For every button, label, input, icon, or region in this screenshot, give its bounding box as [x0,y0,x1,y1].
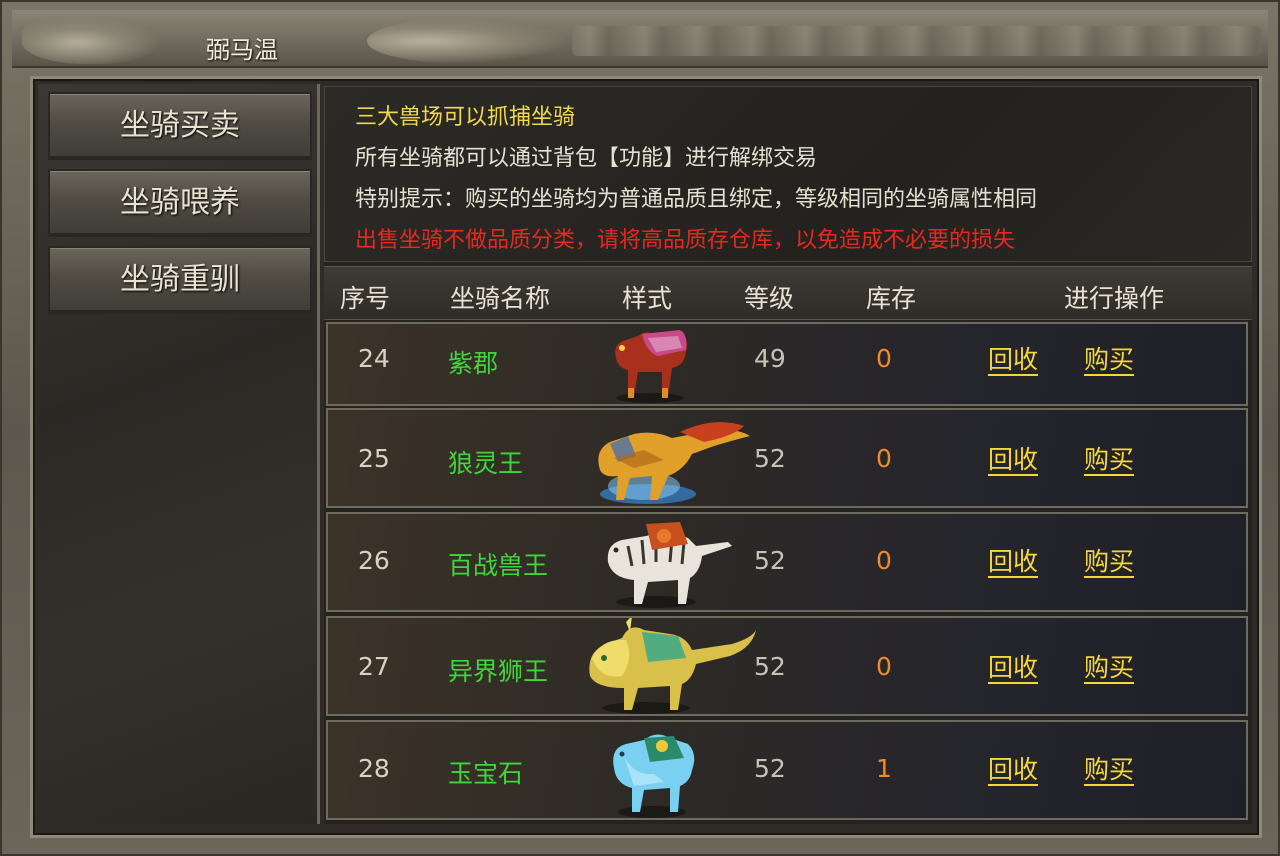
table-row: 26 百战兽王 52 0 回收 购买 [326,512,1248,612]
table-header: 序号 坐骑名称 样式 等级 库存 进行操作 [324,266,1252,320]
row-mount-name: 异界狮王 [448,657,549,686]
mount-trade-window: 弼马温 坐骑买卖 坐骑喂养 坐骑重驯 三大兽场可以抓捕坐骑 所有坐骑都可以通过背… [0,0,1280,856]
header-action: 进行操作 [1064,284,1165,313]
red-horse-mount-icon [615,330,687,403]
recycle-button[interactable]: 回收 [988,440,1038,476]
buy-button[interactable]: 购买 [1084,750,1134,786]
row-mount-name: 百战兽王 [448,551,549,580]
table-row: 25 狼灵王 52 0 回收 购买 [326,408,1248,508]
white-tiger-mount-icon [607,522,732,608]
row-mount-name: 紫郡 [448,349,499,378]
row-stock: 0 [876,344,892,373]
header-name: 坐骑名称 [450,284,551,313]
golden-lion-mount-icon [589,618,756,714]
buy-button[interactable]: 购买 [1084,340,1134,376]
row-no: 27 [358,652,390,681]
row-level: 52 [754,444,786,473]
title-bar[interactable]: 弼马温 [12,10,1268,68]
row-no: 26 [358,546,390,575]
main-content: 三大兽场可以抓捕坐骑 所有坐骑都可以通过背包【功能】进行解绑交易 特别提示：购买… [324,86,1252,824]
row-level: 52 [754,652,786,681]
row-stock: 0 [876,546,892,575]
wolf-king-mount-icon [598,422,750,504]
notice-panel: 三大兽场可以抓捕坐骑 所有坐骑都可以通过背包【功能】进行解绑交易 特别提示：购买… [324,86,1252,262]
recycle-button[interactable]: 回收 [988,648,1038,684]
recycle-button[interactable]: 回收 [988,750,1038,786]
buy-button[interactable]: 购买 [1084,648,1134,684]
notice-line-tip: 特别提示：购买的坐骑均为普通品质且绑定，等级相同的坐骑属性相同 [355,187,1038,212]
row-no: 28 [358,754,390,783]
header-style: 样式 [622,284,673,313]
notice-line-unbind: 所有坐骑都可以通过背包【功能】进行解绑交易 [355,146,818,171]
header-no: 序号 [340,284,391,313]
buy-button[interactable]: 购买 [1084,542,1134,578]
row-level: 49 [754,344,786,373]
row-stock: 1 [876,754,892,783]
buy-button[interactable]: 购买 [1084,440,1134,476]
header-level: 等级 [744,284,795,313]
notice-line-warning: 出售坐骑不做品质分类，请将高品质存仓库，以免造成不必要的损失 [355,228,1016,253]
notice-line-capture: 三大兽场可以抓捕坐骑 [355,105,576,130]
sidebar-item-mount-retrain[interactable]: 坐骑重驯 [48,246,312,314]
table-row: 24 紫郡 49 0 回收 购买 [326,322,1248,406]
recycle-button[interactable]: 回收 [988,340,1038,376]
sidebar-item-mount-trade[interactable]: 坐骑买卖 [48,92,312,160]
row-level: 52 [754,754,786,783]
row-no: 25 [358,444,390,473]
row-mount-name: 狼灵王 [448,449,524,478]
row-mount-name: 玉宝石 [448,759,524,788]
row-no: 24 [358,344,390,373]
header-stock: 库存 [866,284,917,313]
row-stock: 0 [876,444,892,473]
sidebar-item-mount-feed[interactable]: 坐骑喂养 [48,169,312,237]
jade-beast-mount-icon [613,734,695,818]
sidebar: 坐骑买卖 坐骑喂养 坐骑重驯 [38,84,320,824]
table-row: 28 玉宝石 52 1 回收 购买 [326,720,1248,820]
table-row: 27 异界狮王 52 0 回收 购买 [326,616,1248,716]
title-pattern-decoration [572,26,1262,56]
row-level: 52 [754,546,786,575]
row-stock: 0 [876,652,892,681]
cloud-ornament-icon [367,18,567,64]
recycle-button[interactable]: 回收 [988,542,1038,578]
window-title: 弼马温 [206,36,278,64]
dragon-ornament-icon [22,16,162,64]
